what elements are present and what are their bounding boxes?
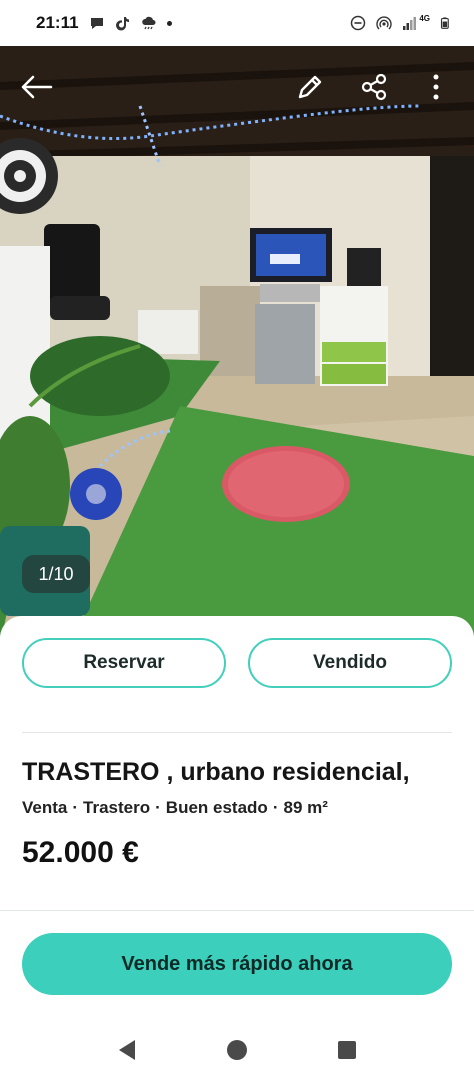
nav-home-button[interactable] (217, 1030, 257, 1070)
price-divider (0, 910, 474, 911)
battery-icon (440, 17, 449, 29)
arrow-left-icon (21, 75, 53, 99)
photo-toolbar (0, 62, 474, 112)
reserve-button[interactable]: Reservar (22, 638, 226, 688)
signal-icon (403, 17, 417, 30)
triangle-back-icon (119, 1040, 135, 1060)
nav-recents-button[interactable] (327, 1030, 367, 1070)
listing-meta: Venta · Trastero · Buen estado · 89 m² (22, 798, 328, 817)
chat-bubble-icon (90, 18, 103, 29)
square-recents-icon (338, 1041, 356, 1059)
hotspot-icon (376, 16, 392, 30)
listing-details-sheet: Reservar Vendido TRASTERO , urbano resid… (0, 616, 474, 1080)
nav-back-button[interactable] (107, 1030, 147, 1070)
sold-button[interactable]: Vendido (248, 638, 452, 688)
actions-divider (22, 732, 452, 733)
sell-faster-button[interactable]: Vende más rápido ahora (22, 933, 452, 995)
share-icon (361, 73, 387, 101)
notification-dot-icon (166, 20, 172, 26)
cloud-rain-icon (141, 16, 156, 30)
signal-group: 4G (402, 15, 430, 31)
status-bar: 21:11 4G (0, 0, 474, 46)
back-button[interactable] (14, 62, 58, 112)
system-nav-bar (0, 1020, 474, 1080)
pencil-icon (298, 75, 322, 99)
meta-operation: Venta (22, 798, 68, 817)
tiktok-icon (115, 17, 129, 31)
listing-price: 52.000 € (22, 836, 139, 869)
more-menu-button[interactable] (414, 62, 458, 112)
listing-title: TRASTERO , urbano residencial, (22, 758, 410, 786)
status-right: 4G (350, 15, 452, 31)
meta-type: Trastero (83, 798, 151, 817)
photo-counter: 1/10 (22, 555, 90, 593)
meta-area: 89 m² (283, 798, 328, 817)
edit-button[interactable] (288, 62, 332, 112)
share-button[interactable] (352, 62, 396, 112)
status-time: 21:11 (36, 13, 79, 32)
network-label: 4G (419, 14, 430, 23)
status-left: 21:11 (36, 13, 172, 33)
circle-home-icon (227, 1040, 247, 1060)
listing-actions: Reservar Vendido (22, 638, 452, 690)
do-not-disturb-icon (351, 15, 366, 31)
more-vertical-icon (433, 74, 439, 100)
meta-condition: Buen estado (165, 798, 268, 817)
